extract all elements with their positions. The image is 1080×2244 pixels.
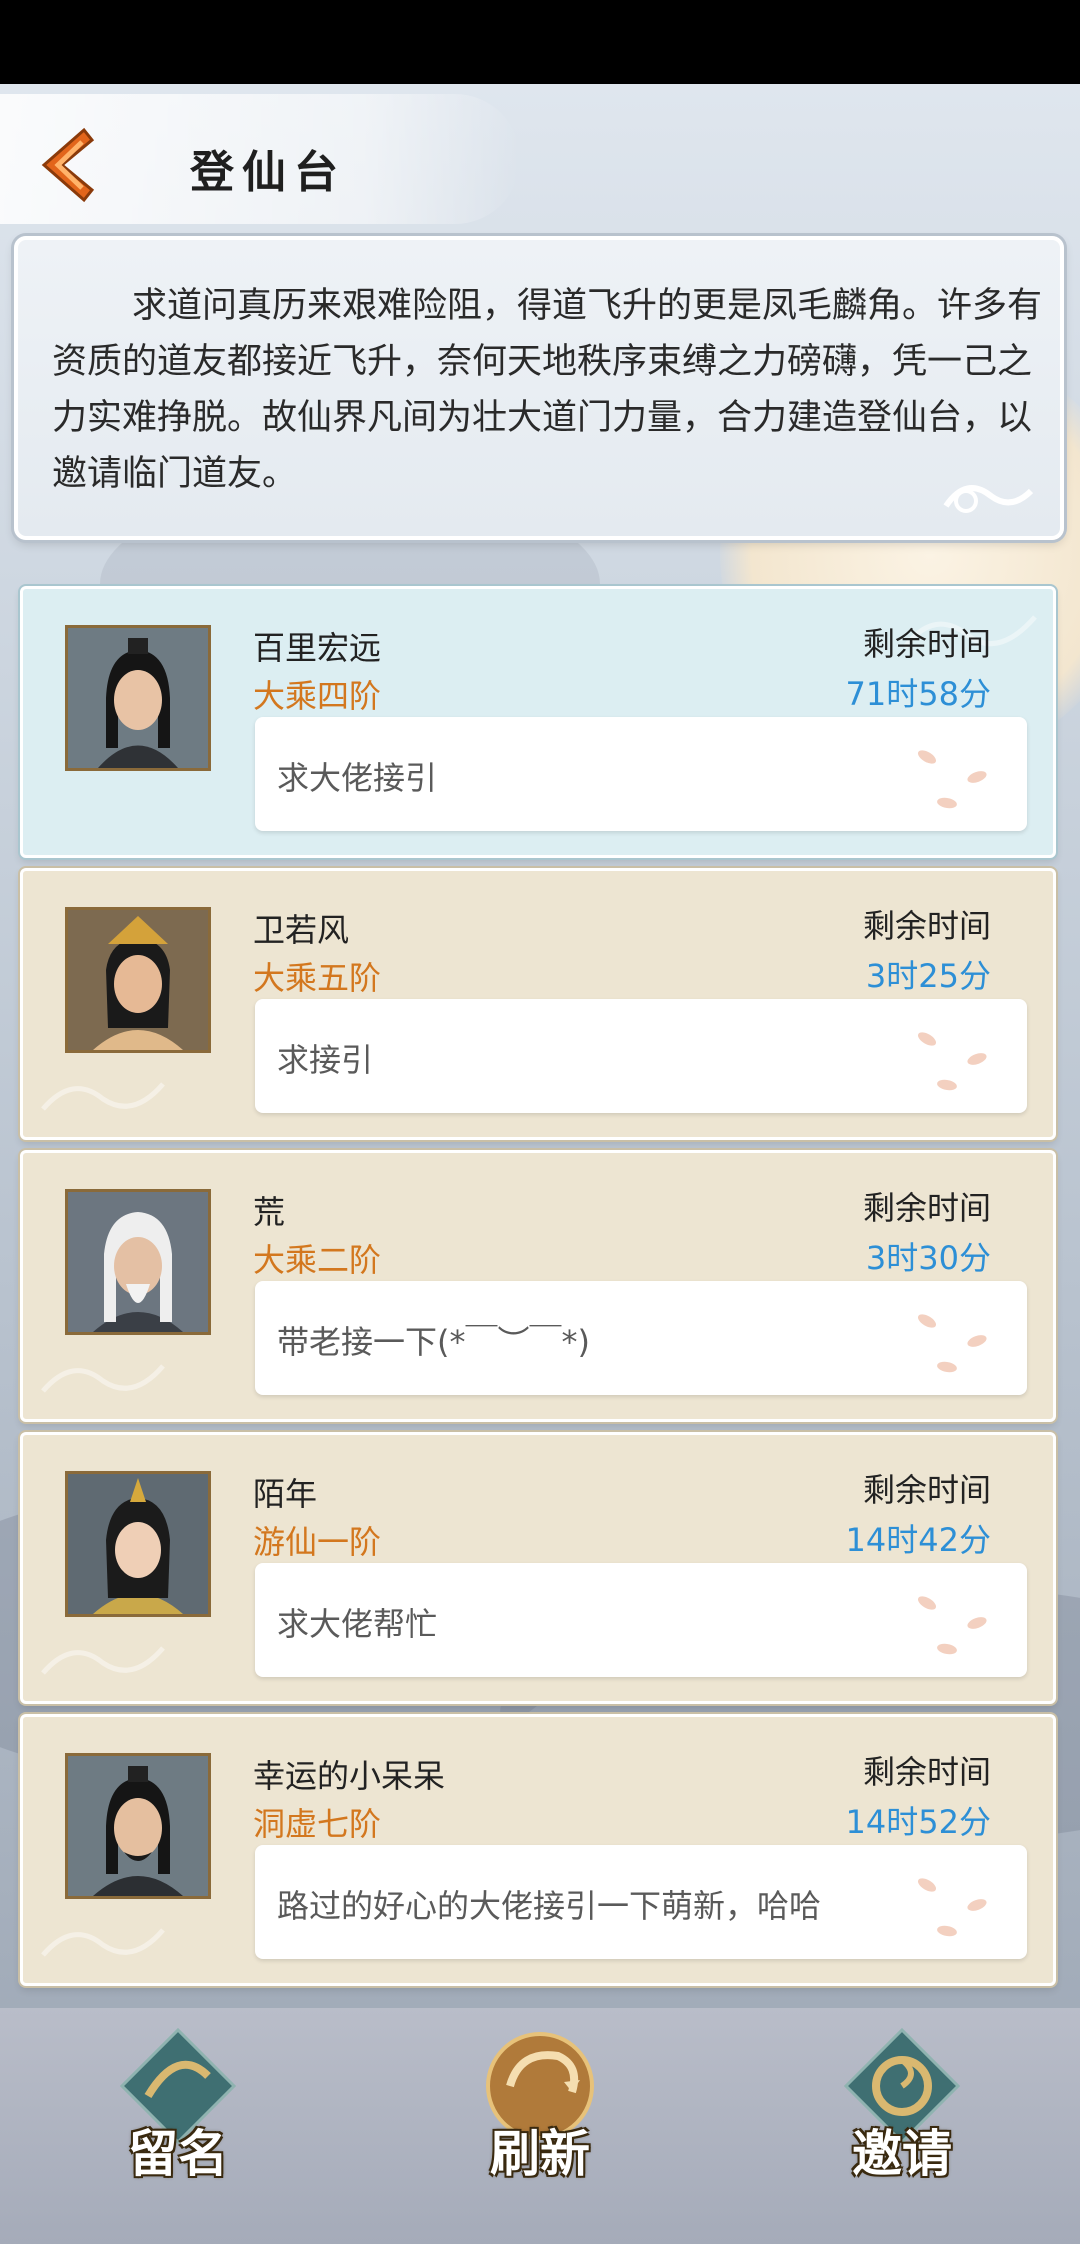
list-item[interactable]: 卫若风 大乘五阶 剩余时间 3时25分 求接引 <box>20 868 1056 1140</box>
invite-button[interactable]: 邀请 <box>812 2018 992 2228</box>
cloud-pattern-icon <box>41 1082 165 1111</box>
petals-icon <box>917 1878 987 1937</box>
petals-icon <box>917 1032 987 1091</box>
message-bubble: 求大佬接引 <box>255 717 1027 831</box>
refresh-label: 刷新 <box>490 2124 590 2183</box>
remaining-time-value: 14时42分 <box>845 1521 991 1559</box>
avatar <box>65 625 211 771</box>
leave-name-label: 留名 <box>128 2124 228 2183</box>
petals-icon <box>917 1596 987 1655</box>
leave-name-button[interactable]: 留名 <box>88 2018 268 2228</box>
remaining-time-value: 3时30分 <box>865 1239 991 1277</box>
page-title: 登仙台 <box>190 147 346 198</box>
player-name: 百里宏远 <box>253 629 382 667</box>
intro-panel: 求道问真历来艰难险阻，得道飞升的更是凤毛麟角。许多有资质的道友都接近飞升，奈何天… <box>14 236 1064 540</box>
intro-text: 求道问真历来艰难险阻，得道飞升的更是凤毛麟角。许多有资质的道友都接近飞升，奈何天… <box>52 286 1043 494</box>
list-item[interactable]: 幸运的小呆呆 洞虚七阶 剩余时间 14时52分 路过的好心的大佬接引一下萌新，哈… <box>20 1714 1056 1986</box>
player-name: 卫若风 <box>253 911 350 949</box>
message-bubble: 带老接一下(*￣︶￣*) <box>255 1281 1027 1395</box>
player-rank: 大乘五阶 <box>253 959 382 997</box>
refresh-button[interactable]: 刷新 <box>450 2018 630 2228</box>
avatar <box>65 1189 211 1335</box>
back-button[interactable] <box>22 120 112 210</box>
petals-icon <box>917 750 987 809</box>
message-text: 求大佬接引 <box>277 759 438 797</box>
avatar <box>65 907 211 1053</box>
list-item[interactable]: 陌年 游仙一阶 剩余时间 14时42分 求大佬帮忙 <box>20 1432 1056 1704</box>
remaining-time-label: 剩余时间 <box>862 625 991 663</box>
invite-label: 邀请 <box>852 2124 952 2183</box>
message-text: 带老接一下(*￣︶￣*) <box>277 1323 590 1361</box>
header: 登仙台 <box>0 84 1080 234</box>
cloud-pattern-icon <box>41 1364 165 1393</box>
back-arrow-icon <box>41 127 95 203</box>
message-text: 求接引 <box>277 1041 374 1079</box>
player-name: 荒 <box>253 1193 286 1231</box>
message-text: 求大佬帮忙 <box>277 1605 438 1643</box>
player-rank: 大乘二阶 <box>253 1241 382 1279</box>
remaining-time-label: 剩余时间 <box>862 1189 991 1227</box>
petals-icon <box>917 1314 987 1373</box>
remaining-time-value: 14时52分 <box>845 1803 991 1841</box>
player-rank: 大乘四阶 <box>253 677 382 715</box>
avatar <box>65 1753 211 1899</box>
remaining-time-value: 71时58分 <box>845 675 991 713</box>
remaining-time-label: 剩余时间 <box>862 907 991 945</box>
message-bubble: 路过的好心的大佬接引一下萌新，哈哈 <box>255 1845 1027 1959</box>
list-item[interactable]: 百里宏远 大乘四阶 剩余时间 71时58分 求大佬接引 <box>20 586 1056 858</box>
message-text: 路过的好心的大佬接引一下萌新，哈哈 <box>277 1887 822 1925</box>
remaining-time-value: 3时25分 <box>865 957 991 995</box>
avatar <box>65 1471 211 1617</box>
status-bar <box>0 0 1080 84</box>
cloud-pattern-icon <box>41 1928 165 1957</box>
remaining-time-label: 剩余时间 <box>862 1471 991 1509</box>
cloud-pattern-icon <box>41 1646 165 1675</box>
player-name: 幸运的小呆呆 <box>253 1757 446 1795</box>
message-bubble: 求大佬帮忙 <box>255 1563 1027 1677</box>
remaining-time-label: 剩余时间 <box>862 1753 991 1791</box>
cloud-swirl-icon <box>943 485 1034 513</box>
message-bubble: 求接引 <box>255 999 1027 1113</box>
list-item[interactable]: 荒 大乘二阶 剩余时间 3时30分 带老接一下(*￣︶￣*) <box>20 1150 1056 1422</box>
player-name: 陌年 <box>253 1475 318 1513</box>
player-rank: 洞虚七阶 <box>253 1805 382 1843</box>
player-rank: 游仙一阶 <box>253 1523 382 1561</box>
